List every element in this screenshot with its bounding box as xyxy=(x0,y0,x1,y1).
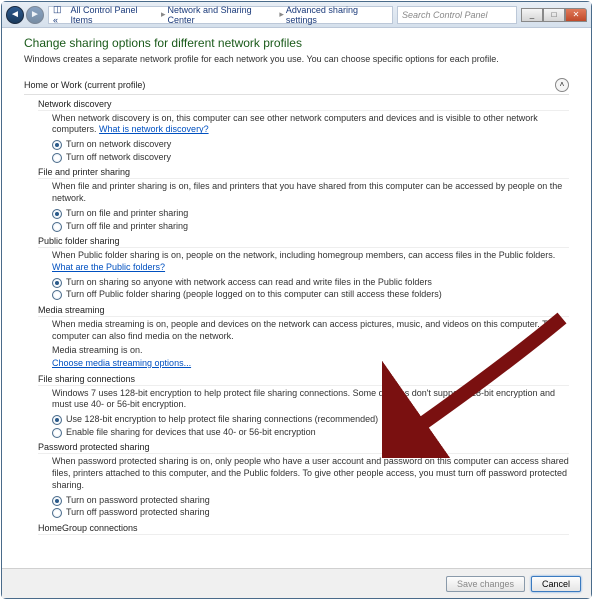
radio-password-protected-on[interactable]: Turn on password protected sharing xyxy=(52,495,569,507)
section-description: When file and printer sharing is on, fil… xyxy=(52,181,569,204)
section-title: HomeGroup connections xyxy=(38,523,569,535)
section-title: Password protected sharing xyxy=(38,442,569,454)
section-public-folder-sharing: Public folder sharing When Public folder… xyxy=(38,236,569,301)
radio-40-56bit-encryption[interactable]: Enable file sharing for devices that use… xyxy=(52,427,569,439)
radio-public-folder-on[interactable]: Turn on sharing so anyone with network a… xyxy=(52,277,569,289)
radio-icon xyxy=(52,153,62,163)
forward-button[interactable]: ► xyxy=(26,6,44,24)
radio-icon xyxy=(52,290,62,300)
section-description: When password protected sharing is on, o… xyxy=(52,456,569,491)
content-area: Change sharing options for different net… xyxy=(2,28,591,568)
control-panel-window: ◄ ► ◫ « All Control Panel Items▸ Network… xyxy=(1,1,592,599)
nav-buttons: ◄ ► xyxy=(6,6,44,24)
radio-icon xyxy=(52,278,62,288)
section-title: File and printer sharing xyxy=(38,167,569,179)
radio-file-printer-on[interactable]: Turn on file and printer sharing xyxy=(52,208,569,220)
titlebar: ◄ ► ◫ « All Control Panel Items▸ Network… xyxy=(2,2,591,28)
page-title: Change sharing options for different net… xyxy=(24,36,569,50)
close-button[interactable]: ✕ xyxy=(565,8,587,22)
section-file-printer-sharing: File and printer sharing When file and p… xyxy=(38,167,569,232)
section-title: Public folder sharing xyxy=(38,236,569,248)
section-description: When Public folder sharing is on, people… xyxy=(52,250,569,273)
radio-network-discovery-on[interactable]: Turn on network discovery xyxy=(52,139,569,151)
radio-public-folder-off[interactable]: Turn off Public folder sharing (people l… xyxy=(52,289,569,301)
page-subtitle: Windows creates a separate network profi… xyxy=(24,54,569,66)
link-what-are-public-folders[interactable]: What are the Public folders? xyxy=(52,262,165,272)
radio-icon xyxy=(52,428,62,438)
link-media-streaming-options[interactable]: Choose media streaming options... xyxy=(52,358,569,370)
cancel-button[interactable]: Cancel xyxy=(531,576,581,592)
save-changes-button[interactable]: Save changes xyxy=(446,576,525,592)
radio-icon xyxy=(52,415,62,425)
radio-icon xyxy=(52,222,62,232)
link-what-is-network-discovery[interactable]: What is network discovery? xyxy=(99,124,209,134)
section-homegroup-connections: HomeGroup connections xyxy=(38,523,569,535)
profile-header[interactable]: Home or Work (current profile) ˄ xyxy=(24,76,569,95)
radio-network-discovery-off[interactable]: Turn off network discovery xyxy=(52,152,569,164)
section-network-discovery: Network discovery When network discovery… xyxy=(38,99,569,164)
footer: Save changes Cancel xyxy=(2,568,591,598)
section-title: Network discovery xyxy=(38,99,569,111)
radio-icon xyxy=(52,209,62,219)
section-media-streaming: Media streaming When media streaming is … xyxy=(38,305,569,370)
collapse-icon[interactable]: ˄ xyxy=(555,78,569,92)
section-password-protected-sharing: Password protected sharing When password… xyxy=(38,442,569,518)
radio-icon xyxy=(52,140,62,150)
section-title: File sharing connections xyxy=(38,374,569,386)
breadcrumb-icon: ◫ « xyxy=(53,4,68,25)
back-button[interactable]: ◄ xyxy=(6,6,24,24)
section-description: When network discovery is on, this compu… xyxy=(52,113,569,136)
media-streaming-status: Media streaming is on. xyxy=(52,345,569,357)
minimize-button[interactable]: _ xyxy=(521,8,543,22)
maximize-button[interactable]: □ xyxy=(543,8,565,22)
window-controls: _ □ ✕ xyxy=(521,8,587,22)
section-file-sharing-connections: File sharing connections Windows 7 uses … xyxy=(38,374,569,439)
radio-icon xyxy=(52,496,62,506)
section-description: When media streaming is on, people and d… xyxy=(52,319,569,342)
radio-128bit-encryption[interactable]: Use 128-bit encryption to help protect f… xyxy=(52,414,569,426)
section-description: Windows 7 uses 128-bit encryption to hel… xyxy=(52,388,569,411)
search-input[interactable]: Search Control Panel xyxy=(397,6,517,24)
section-title: Media streaming xyxy=(38,305,569,317)
breadcrumb[interactable]: ◫ « All Control Panel Items▸ Network and… xyxy=(48,6,393,24)
radio-password-protected-off[interactable]: Turn off password protected sharing xyxy=(52,507,569,519)
radio-file-printer-off[interactable]: Turn off file and printer sharing xyxy=(52,221,569,233)
radio-icon xyxy=(52,508,62,518)
